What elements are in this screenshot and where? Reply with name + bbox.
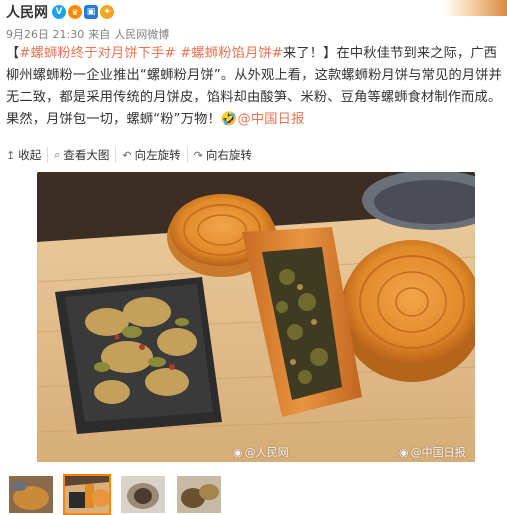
rotate-right-icon: ↷ (193, 148, 203, 162)
rotate-right-button[interactable]: ↷ 向右旋转 (186, 147, 258, 163)
rotate-right-label: 向右旋转 (205, 148, 252, 162)
source-prefix: 来自 (88, 28, 111, 41)
mention-link[interactable]: @中国日报 (238, 112, 305, 127)
image-toolbar: ↥ 收起 ⌕ 查看大图 ↶ 向左旋转 ↷ 向右旋转 (6, 147, 258, 163)
post-date[interactable]: 9月26日 21:30 (6, 26, 84, 42)
collapse-label: 收起 (18, 148, 42, 162)
rotate-left-button[interactable]: ↶ 向左旋转 (115, 147, 186, 163)
collapse-button[interactable]: ↥ 收起 (6, 147, 47, 163)
verified-v-icon[interactable]: V (52, 5, 66, 19)
crown-icon[interactable]: ♛ (68, 5, 82, 19)
thumbnail-1[interactable] (7, 474, 55, 515)
thumbnail-strip (7, 474, 223, 515)
post-header: 人民网 V ♛ ▣ ✦ (6, 2, 114, 22)
laugh-emoji-icon: 🤣 (220, 112, 238, 127)
corner-banner (443, 0, 507, 16)
thumbnail-image (121, 476, 165, 513)
mooncake-photo-illustration (37, 172, 475, 462)
post-content: 【#螺蛳粉终于对月饼下手# #螺蛳粉馅月饼#来了！】在中秋佳节到来之际，广西柳州… (6, 43, 502, 131)
hashtag-link-2[interactable]: #螺蛳粉馅月饼# (180, 46, 283, 61)
watermark-left-text: @人民网 (244, 446, 289, 459)
hashtag-link-1[interactable]: #螺蛳粉终于对月饼下手# (19, 46, 175, 61)
view-large-label: 查看大图 (63, 148, 110, 162)
collapse-arrow-icon: ↥ (6, 148, 16, 162)
weibo-logo-icon: ◉ (399, 445, 409, 459)
view-large-button[interactable]: ⌕ 查看大图 (47, 147, 115, 163)
watermark-right-text: @中国日报 (410, 446, 466, 459)
magnify-icon: ⌕ (54, 148, 61, 161)
watermark-left: ◉ @人民网 (233, 444, 289, 460)
thumbnail-4[interactable] (175, 474, 223, 515)
weibo-logo-icon: ◉ (233, 445, 243, 459)
username[interactable]: 人民网 (6, 2, 48, 22)
thumbnail-image (177, 476, 221, 513)
watermark-right: ◉ @中国日报 (399, 444, 466, 460)
membership-icon[interactable]: ▣ (84, 5, 98, 19)
thumbnail-2[interactable] (63, 474, 111, 515)
rotate-left-icon: ↶ (122, 148, 132, 162)
rotate-left-label: 向左旋转 (134, 148, 181, 162)
thumbnail-image (9, 476, 53, 513)
post-source[interactable]: 人民网微博 (114, 26, 169, 42)
post-photo[interactable]: ◉ @人民网 ◉ @中国日报 (37, 172, 475, 462)
thumbnail-image (65, 476, 109, 513)
lightbulb-icon[interactable]: ✦ (100, 5, 114, 19)
bracket-open: 【 (6, 46, 20, 61)
post-meta: 9月26日 21:30 来自 人民网微博 (6, 26, 169, 42)
thumbnail-3[interactable] (119, 474, 167, 515)
user-badges: V ♛ ▣ ✦ (52, 5, 114, 19)
